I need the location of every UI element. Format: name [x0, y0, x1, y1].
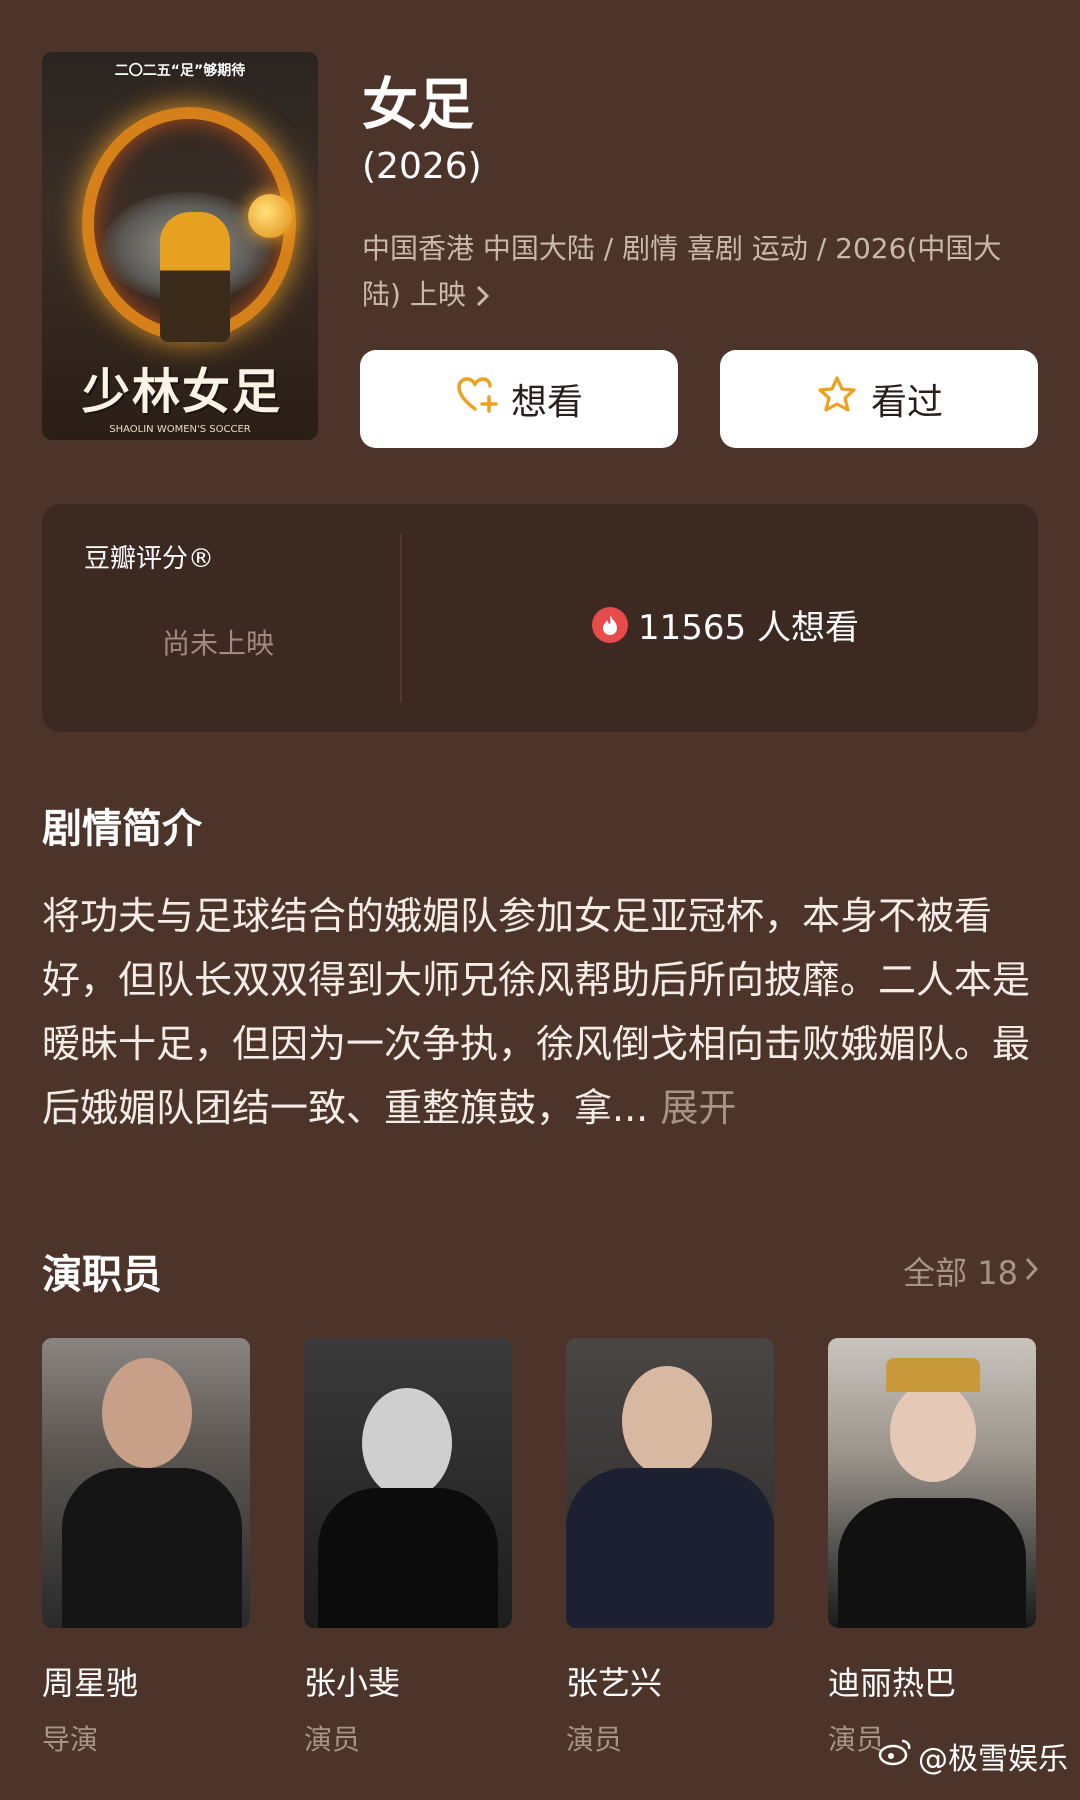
plot-text: 将功夫与足球结合的娥媚队参加女足亚冠杯，本身不被看好，但队长双双得到大师兄徐风帮…	[42, 894, 1031, 1130]
movie-meta-text: 中国香港 中国大陆 / 剧情 喜剧 运动 / 2026(中国大陆) 上映	[362, 232, 1002, 311]
cast-role: 导演	[42, 1723, 99, 1756]
poster-player	[160, 212, 230, 342]
cast-body	[838, 1498, 1026, 1628]
poster-top-text: 二〇二五“足”够期待	[114, 63, 246, 79]
movie-meta[interactable]: 中国香港 中国大陆 / 剧情 喜剧 运动 / 2026(中国大陆) 上映	[362, 226, 1022, 318]
crown-icon	[886, 1358, 980, 1392]
star-icon	[815, 373, 859, 426]
cast-head	[362, 1388, 452, 1498]
want-count-text: 11565 人想看	[638, 608, 859, 648]
poster-logo: 少林女足	[81, 364, 282, 420]
watched-label: 看过	[870, 382, 943, 423]
cast-body	[62, 1468, 242, 1628]
cast-role: 演员	[304, 1723, 361, 1756]
heart-plus-icon	[455, 373, 499, 426]
cast-card[interactable]: 迪丽热巴 演员	[828, 1338, 1036, 1758]
cast-photo	[304, 1338, 512, 1628]
watched-button[interactable]: 看过	[720, 350, 1038, 448]
plot-section-title: 剧情简介	[42, 806, 202, 852]
cast-photo	[828, 1338, 1036, 1628]
want-to-watch-label: 想看	[510, 382, 583, 423]
cast-photo	[566, 1338, 774, 1628]
movie-poster[interactable]: 二〇二五“足”够期待 少林女足 SHAOLIN WOMEN'S SOCCER	[42, 52, 318, 440]
cast-card[interactable]: 张艺兴 演员	[566, 1338, 774, 1758]
watermark-text: @极雪娱乐	[918, 1742, 1068, 1777]
cast-head	[622, 1366, 712, 1476]
chevron-right-icon	[475, 278, 491, 311]
rating-divider	[400, 534, 402, 702]
cast-body	[318, 1488, 498, 1628]
cast-card[interactable]: 周星驰 导演	[42, 1338, 250, 1758]
watermark: @极雪娱乐	[878, 1734, 1068, 1778]
cast-name: 张艺兴	[566, 1664, 663, 1702]
plot-synopsis: 将功夫与足球结合的娥媚队参加女足亚冠杯，本身不被看好，但队长双双得到大师兄徐风帮…	[42, 884, 1038, 1140]
weibo-icon	[878, 1737, 912, 1775]
want-to-watch-button[interactable]: 想看	[360, 350, 678, 448]
fire-icon	[592, 606, 628, 643]
cast-section-title: 演职员	[42, 1252, 162, 1298]
poster-sub-text: SHAOLIN WOMEN'S SOCCER	[109, 424, 251, 435]
cast-name: 周星驰	[42, 1664, 139, 1702]
all-cast-link[interactable]: 全部 18	[903, 1248, 1040, 1294]
poster-ball-icon	[248, 194, 292, 238]
cast-name: 张小斐	[304, 1664, 401, 1702]
cast-photo	[42, 1338, 250, 1628]
all-cast-label: 全部 18	[903, 1254, 1018, 1292]
chevron-right-icon	[1024, 1252, 1040, 1290]
movie-year: (2026)	[362, 146, 482, 187]
cast-name: 迪丽热巴	[828, 1664, 957, 1702]
cast-role: 演员	[566, 1723, 623, 1756]
rating-card: 豆瓣评分® 尚未上映 11565 人想看	[42, 504, 1038, 732]
cast-head	[890, 1382, 976, 1482]
douban-rating-label: 豆瓣评分®	[84, 544, 215, 574]
expand-link[interactable]: 展开	[660, 1086, 736, 1130]
want-count: 11565 人想看	[592, 600, 859, 649]
cast-card[interactable]: 张小斐 演员	[304, 1338, 512, 1758]
cast-head	[102, 1358, 192, 1468]
cast-list: 周星驰 导演 张小斐 演员 张艺兴 演员 迪丽热巴 演员	[42, 1338, 1038, 1758]
cast-body	[566, 1468, 774, 1628]
rating-status: 尚未上映	[162, 627, 275, 660]
movie-title: 女足	[362, 73, 474, 138]
